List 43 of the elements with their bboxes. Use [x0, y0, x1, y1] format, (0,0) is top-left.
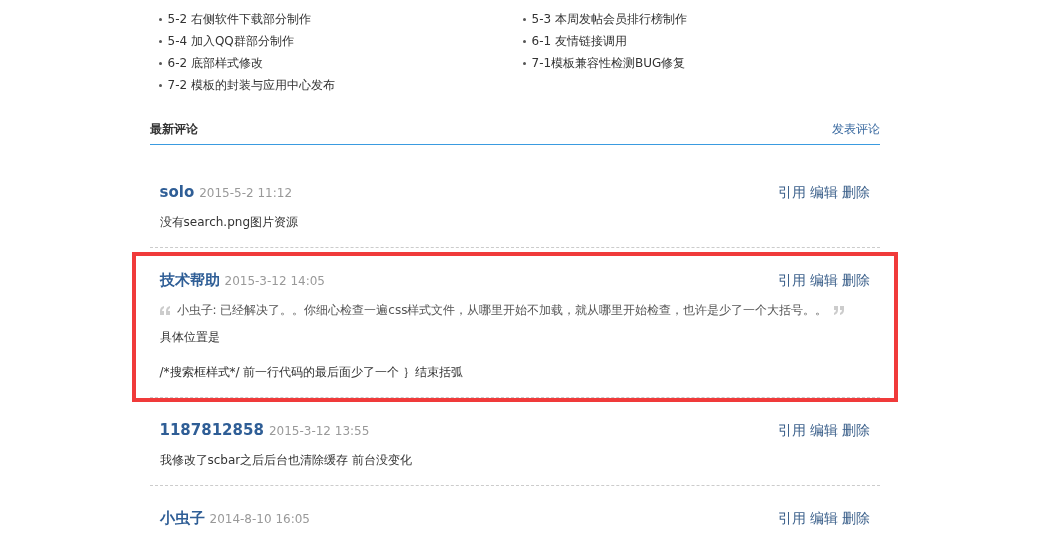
comment-author[interactable]: 小虫子: [159, 509, 205, 527]
section-title: 最新评论: [149, 121, 198, 138]
comment-action[interactable]: 删除: [841, 422, 870, 440]
close-quote-icon: [833, 306, 845, 315]
comment-time: 2015-3-12 14:05: [224, 274, 325, 288]
comment-time: 2014-8-10 16:05: [209, 512, 310, 526]
comment-action[interactable]: 引用: [777, 272, 806, 290]
comment-author[interactable]: solo: [159, 183, 195, 201]
post-comment-link[interactable]: 发表评论: [831, 121, 880, 138]
comment-action[interactable]: 删除: [841, 510, 870, 528]
comment-action[interactable]: 删除: [841, 184, 870, 202]
lesson-link[interactable]: 5-4 加入QQ群部分制作: [167, 33, 294, 50]
open-quote-icon: [159, 306, 171, 315]
comment-time: 2015-3-12 13:55: [268, 424, 370, 438]
comment-action[interactable]: 编辑: [809, 272, 838, 290]
comment-action[interactable]: 引用: [777, 510, 806, 528]
comment-action[interactable]: 编辑: [809, 422, 838, 440]
comment-author[interactable]: 1187812858: [159, 421, 264, 439]
comment-action[interactable]: 引用: [777, 184, 806, 202]
bullet-icon: [522, 62, 526, 65]
comment-text: 具体位置是: [159, 329, 221, 346]
bullet-icon: [158, 18, 162, 21]
comment-time: 2015-5-2 11:12: [199, 186, 293, 200]
quoted-reply: 小虫子: 已经解决了。。你细心检查一遍css样式文件，从哪里开始不加载，就从哪里开始检查，也许是少了一个大括号。。: [176, 302, 828, 319]
comment-text: 没有search.png图片资源: [159, 214, 299, 231]
comment-action[interactable]: 编辑: [809, 510, 838, 528]
lesson-link[interactable]: 7-1模板兼容性检测BUG修复: [531, 55, 686, 72]
bullet-icon: [158, 40, 162, 43]
lesson-link[interactable]: 5-2 右侧软件下载部分制作: [167, 11, 311, 28]
lesson-link[interactable]: 6-1 友情链接调用: [531, 33, 627, 50]
comment-text: /*搜索框样式*/ 前一行代码的最后面少了一个 ｝结束括弧: [159, 364, 465, 381]
comment-action[interactable]: 删除: [841, 272, 870, 290]
comment-text: 我修改了scbar之后后台也清除缓存 前台没变化: [159, 452, 414, 469]
comment-action[interactable]: 引用: [777, 422, 806, 440]
bullet-icon: [158, 62, 162, 65]
comment-action[interactable]: 编辑: [809, 184, 838, 202]
bullet-icon: [158, 84, 162, 87]
bullet-icon: [522, 18, 526, 21]
lesson-link[interactable]: 6-2 底部样式修改: [167, 55, 263, 72]
bullet-icon: [522, 40, 526, 43]
comment-author[interactable]: 技术帮助: [159, 271, 220, 289]
lesson-link[interactable]: 7-2 模板的封装与应用中心发布: [167, 77, 335, 94]
lesson-link[interactable]: 5-3 本周发帖会员排行榜制作: [531, 11, 687, 28]
